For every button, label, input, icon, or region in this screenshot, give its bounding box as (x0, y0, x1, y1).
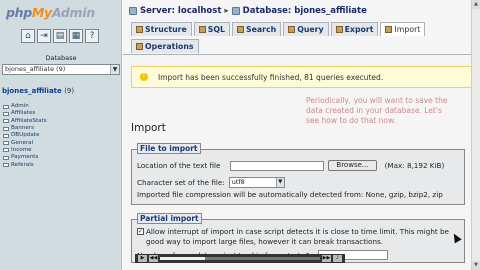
table-icon[interactable] (3, 133, 9, 138)
file-path-input[interactable] (230, 160, 325, 171)
table-icon[interactable] (3, 111, 9, 116)
phpmyadmin-logo[interactable]: phpMyAdmin (6, 5, 95, 20)
browse-button[interactable]: Browse... (328, 160, 377, 171)
main-content-frame: Server: localhost ▸ Database: bjones_aff… (123, 0, 480, 270)
table-item[interactable]: Referals (3, 161, 47, 168)
database-select[interactable]: bjones_affiliate (9) ▼ (2, 64, 120, 75)
table-item[interactable]: Payments (3, 154, 47, 161)
scroll-down-icon[interactable]: ▼ (472, 261, 480, 270)
sql-icon (198, 26, 206, 33)
table-icon[interactable] (3, 119, 9, 124)
video-player-controls: ▶ ◀◀ ▶▶ ♪ (135, 254, 345, 263)
tab-import[interactable]: Import (380, 22, 426, 36)
tab-divider (123, 54, 480, 55)
left-navigation-frame: phpMyAdmin ⌂ ⇥ ▤ ▦ ? Database bjones_aff… (0, 0, 122, 270)
table-item[interactable]: Affiliates (3, 110, 47, 117)
database-select-value: bjones_affiliate (9) (5, 65, 66, 73)
chevron-down-icon[interactable]: ▼ (275, 178, 284, 187)
allow-interrupt-text: Allow interrupt of import in case script… (146, 227, 449, 246)
database-icon (231, 7, 240, 15)
table-icon[interactable] (3, 155, 9, 160)
docs-icon[interactable]: ▦ (69, 29, 83, 43)
rewind-icon[interactable]: ◀◀ (149, 255, 158, 262)
partial-import-legend: Partial import (137, 213, 202, 224)
file-to-import-fieldset: File to import Location of the text file… (131, 143, 465, 205)
export-icon (335, 26, 343, 33)
sql-query-icon[interactable]: ▤ (53, 29, 67, 43)
vertical-scrollbar[interactable]: ▲ ▼ (471, 0, 480, 270)
tab-query[interactable]: Query (283, 22, 329, 36)
allow-interrupt-checkbox-row: ✓ (137, 228, 144, 235)
table-icon[interactable] (3, 126, 9, 131)
table-icon[interactable] (3, 141, 9, 146)
table-item[interactable]: Banners (3, 125, 47, 132)
volume-icon[interactable]: ♪ (333, 255, 342, 262)
table-item[interactable]: Admin (3, 103, 47, 110)
page-title: Import (131, 122, 166, 134)
tab-bar: Structure SQL Search Query Export Import (131, 22, 426, 36)
forward-icon[interactable]: ▶▶ (322, 255, 331, 262)
table-item[interactable]: General (3, 139, 47, 146)
tab-structure[interactable]: Structure (131, 22, 192, 36)
home-icon[interactable]: ⌂ (21, 29, 35, 43)
success-icon: ! (140, 73, 148, 81)
success-text: Import has been successfully finished, 8… (158, 72, 384, 82)
import-icon (385, 26, 393, 33)
tab-search[interactable]: Search (232, 22, 282, 36)
search-icon (237, 26, 244, 33)
exit-icon[interactable]: ⇥ (37, 29, 51, 43)
success-message: ! Import has been successfully finished,… (131, 66, 473, 88)
charset-select[interactable]: utf8 ▼ (228, 177, 285, 188)
charset-row: Character set of the file: utf8 ▼ (137, 177, 285, 188)
file-location-label: Location of the text file (137, 161, 221, 170)
table-item[interactable]: DBUpdate (3, 132, 47, 139)
table-icon[interactable] (3, 104, 9, 109)
table-icon[interactable] (3, 148, 9, 153)
scroll-up-icon[interactable]: ▲ (472, 0, 480, 9)
structure-icon (136, 26, 143, 33)
max-size-label: (Max: 8,192 KiB) (384, 161, 445, 170)
tab-operations[interactable]: Operations (131, 39, 199, 53)
database-name-link[interactable]: bjones_affiliate (9) (2, 87, 74, 95)
query-icon (288, 26, 296, 33)
video-progress-fill (160, 257, 205, 260)
table-item[interactable]: Income (3, 147, 47, 154)
tab-export[interactable]: Export (330, 22, 379, 36)
breadcrumb: Server: localhost ▸ Database: bjones_aff… (129, 6, 367, 16)
breadcrumb-separator: ▸ (224, 6, 229, 16)
video-seek-bar[interactable] (160, 257, 320, 260)
quick-icons: ⌂ ⇥ ▤ ▦ ? (21, 29, 99, 43)
table-list: Admin Affiliates AffiliateStats Banners … (3, 103, 47, 169)
help-icon[interactable]: ? (85, 29, 99, 43)
breadcrumb-database[interactable]: Database: bjones_affiliate (243, 6, 367, 16)
database-label: Database (45, 54, 77, 62)
allow-interrupt-checkbox[interactable]: ✓ (137, 228, 144, 235)
breadcrumb-server[interactable]: Server: localhost (140, 6, 221, 16)
charset-label: Character set of the file: (137, 178, 225, 187)
server-icon (129, 7, 137, 15)
table-icon[interactable] (3, 163, 9, 168)
tutorial-tip-text: Periodically, you will want to save the … (306, 96, 448, 125)
chevron-down-icon[interactable]: ▼ (110, 65, 119, 74)
operations-icon (136, 43, 143, 50)
table-item[interactable]: AffiliateStats (3, 118, 47, 125)
file-location-row: Location of the text file Browse... (Max… (137, 160, 444, 171)
compression-note: Imported file compression will be automa… (137, 190, 443, 199)
tab-bar-row2: Operations (131, 39, 199, 53)
file-to-import-legend: File to import (137, 143, 201, 154)
play-icon[interactable]: ▶ (138, 255, 147, 262)
tab-sql[interactable]: SQL (193, 22, 230, 36)
